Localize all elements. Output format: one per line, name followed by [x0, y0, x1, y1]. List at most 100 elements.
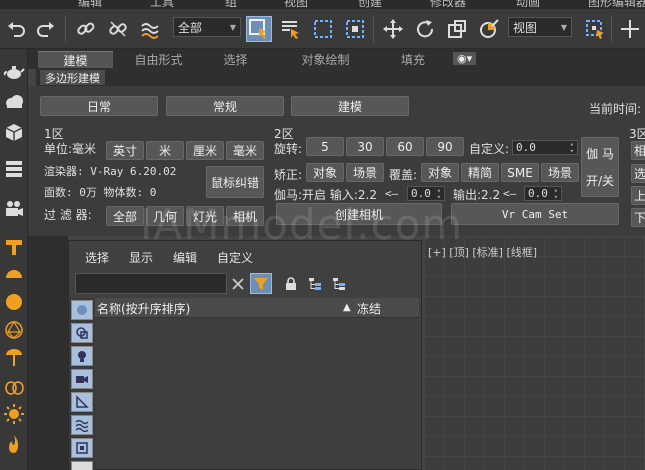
bind-space-warp-icon[interactable]	[137, 16, 163, 42]
redo-icon[interactable]	[33, 16, 59, 42]
half-sphere-icon[interactable]	[0, 259, 28, 289]
teapot-icon[interactable]	[0, 56, 28, 86]
group-filter-icon[interactable]	[71, 438, 93, 458]
selection-filter-dropdown[interactable]: 全部 ▼	[173, 17, 241, 37]
correct-scene-button[interactable]: 场景	[346, 163, 384, 182]
window-crossing-icon[interactable]	[342, 16, 368, 42]
reference-coordinate-dropdown[interactable]: 视图 ▼	[508, 17, 572, 37]
zone3-button-3[interactable]: 上	[631, 186, 645, 205]
daily-button[interactable]: 日常	[40, 96, 158, 116]
light-filter-icon[interactable]	[71, 346, 93, 366]
clear-search-icon[interactable]	[227, 273, 249, 294]
select-and-manipulate-icon[interactable]	[617, 16, 643, 42]
list-icon[interactable]	[0, 154, 28, 184]
rotate-5-button[interactable]: 5	[306, 137, 344, 156]
vr-cam-set-button[interactable]: Vr Cam Set	[451, 203, 619, 225]
tab-populate[interactable]: 填充	[383, 51, 443, 68]
sphere-icon[interactable]	[0, 287, 28, 317]
menu-item-modifiers[interactable]: 修改器	[430, 0, 466, 9]
unit-mm-button[interactable]: 毫米	[226, 141, 264, 160]
fire-icon[interactable]	[0, 429, 28, 459]
gamma-input-spinner[interactable]: 0.0 ▴ ▾	[407, 186, 445, 201]
camera-filter-icon[interactable]	[71, 369, 93, 389]
menu-item-tools[interactable]: 工具	[150, 0, 174, 9]
rotate-icon[interactable]	[412, 16, 438, 42]
mouse-fix-button[interactable]: 鼠标纠错	[206, 166, 264, 198]
tab-selection[interactable]: 选择	[203, 51, 268, 68]
select-by-name-icon[interactable]	[278, 16, 304, 42]
undo-icon[interactable]	[3, 16, 29, 42]
link-icon[interactable]	[73, 16, 99, 42]
menu-item-create[interactable]: 创建	[358, 0, 382, 9]
rotate-60-button[interactable]: 60	[386, 137, 424, 156]
explorer-search-input[interactable]	[75, 273, 227, 294]
zone3-button-4[interactable]: 下	[631, 208, 645, 227]
helper-filter-icon[interactable]	[71, 392, 93, 412]
cover-scene-button[interactable]: 场景	[541, 163, 579, 182]
explorer-object-list[interactable]	[95, 318, 419, 469]
geosphere-icon[interactable]	[0, 315, 28, 345]
zone3-button-1[interactable]: 相	[631, 141, 645, 160]
filter-funnel-icon[interactable]	[250, 273, 272, 294]
modeling-button[interactable]: 建模	[291, 96, 409, 116]
lock-icon[interactable]	[280, 273, 302, 294]
polygon-modeling-tab[interactable]: 多边形建模	[40, 70, 105, 85]
move-icon[interactable]	[380, 16, 406, 42]
bone-filter-icon[interactable]	[71, 461, 93, 470]
explorer-menu-edit[interactable]: 编辑	[173, 249, 197, 266]
pivot-center-icon[interactable]	[582, 16, 608, 42]
gamma-button[interactable]: 伽 马	[586, 145, 614, 162]
scale-icon[interactable]	[444, 16, 470, 42]
video-camera-icon[interactable]	[0, 194, 28, 224]
zone3-button-2[interactable]: 选	[631, 164, 645, 183]
column-frozen-header[interactable]: 冻结	[357, 300, 381, 317]
explorer-menu-display[interactable]: 显示	[129, 249, 153, 266]
tab-modeling[interactable]: 建模	[38, 51, 113, 68]
explorer-menu-customize[interactable]: 自定义	[217, 249, 253, 266]
create-camera-button[interactable]: 创建相机	[276, 203, 442, 225]
unlink-icon[interactable]	[105, 16, 131, 42]
bug-icon[interactable]	[0, 371, 28, 401]
shape-filter-icon[interactable]	[71, 323, 93, 343]
cover-simplify-button[interactable]: 精简	[461, 163, 499, 182]
space-warp-filter-icon[interactable]	[71, 415, 93, 435]
filter-cameras-button[interactable]: 相机	[226, 206, 264, 226]
box-icon[interactable]	[0, 117, 28, 147]
top-viewport[interactable]: [+] [顶] [标准] [线框]	[424, 236, 645, 470]
cloud-icon[interactable]	[0, 87, 28, 117]
explorer-menu-select[interactable]: 选择	[85, 249, 109, 266]
cover-sme-button[interactable]: SME	[501, 163, 539, 182]
tab-freeform[interactable]: 自由形式	[116, 51, 201, 68]
menu-item-group[interactable]: 组	[225, 0, 237, 9]
column-name-header[interactable]: 名称(按升序排序)	[97, 300, 190, 317]
sun-icon[interactable]	[0, 399, 28, 429]
menu-item-views[interactable]: 视图	[284, 0, 308, 9]
menu-item-animation[interactable]: 动画	[516, 0, 540, 9]
custom-rotate-spinner[interactable]: 0.0 ▴ ▾	[512, 140, 578, 155]
tab-object-paint[interactable]: 对象绘制	[278, 51, 373, 68]
rotate-30-button[interactable]: 30	[346, 137, 384, 156]
filter-lights-button[interactable]: 灯光	[186, 206, 224, 226]
rectangular-selection-icon[interactable]	[310, 16, 336, 42]
placement-icon[interactable]	[476, 16, 502, 42]
general-button[interactable]: 常规	[166, 96, 284, 116]
ribbon-options-button[interactable]: ◉▾	[453, 52, 477, 65]
filter-geometry-button[interactable]: 几何	[146, 206, 184, 226]
gamma-output-spinner[interactable]: 0.0 ▴ ▾	[524, 186, 562, 201]
viewport-label[interactable]: [+] [顶] [标准] [线框]	[428, 244, 537, 260]
layer-hierarchy-icon[interactable]	[328, 273, 350, 294]
filter-all-button[interactable]: 全部	[106, 206, 144, 226]
cover-object-button[interactable]: 对象	[421, 163, 459, 182]
hierarchy-icon[interactable]	[304, 273, 326, 294]
hammer-icon[interactable]	[0, 231, 28, 261]
correct-object-button[interactable]: 对象	[306, 163, 344, 182]
unit-inch-button[interactable]: 英寸	[106, 141, 144, 160]
unit-cm-button[interactable]: 厘米	[186, 141, 224, 160]
menu-item-edit[interactable]: 编辑	[78, 0, 102, 9]
select-object-icon[interactable]	[246, 16, 272, 42]
lamp-icon[interactable]	[0, 343, 28, 373]
rotate-90-button[interactable]: 90	[426, 137, 464, 156]
on-off-button[interactable]: 开/关	[586, 172, 614, 189]
menu-item-graph-editors[interactable]: 图形编辑器	[588, 0, 645, 9]
geometry-filter-icon[interactable]	[71, 300, 93, 320]
